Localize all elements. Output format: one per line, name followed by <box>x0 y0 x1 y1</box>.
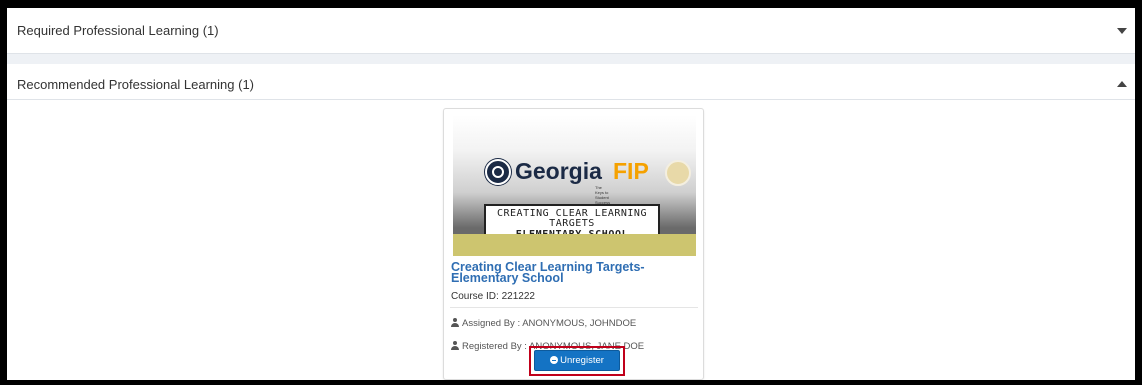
unregister-button[interactable]: Unregister <box>534 350 620 371</box>
assigned-by-text: Assigned By : ANONYMOUS, JOHNDOE <box>462 318 637 329</box>
learning-panels: Required Professional Learning (1) Recom… <box>7 8 1135 380</box>
recommended-learning-title: Recommended Professional Learning (1) <box>17 77 255 92</box>
user-icon <box>451 318 459 327</box>
panel-separator <box>7 54 1135 64</box>
key-icon <box>485 159 511 185</box>
logo-tagline: The Keys to Student Success <box>595 185 611 205</box>
minus-circle-icon <box>550 356 559 364</box>
user-icon <box>451 341 459 350</box>
required-learning-title: Required Professional Learning (1) <box>17 23 219 38</box>
thumbnail-band <box>453 234 696 256</box>
course-id: Course ID: 221222 <box>451 291 535 302</box>
course-id-value: 221222 <box>501 291 535 302</box>
logo-word: Georgia <box>515 158 602 184</box>
state-seal-icon <box>665 160 691 186</box>
divider <box>450 307 698 308</box>
course-thumbnail[interactable]: Georgia FIP The Keys to Student Success … <box>453 115 696 256</box>
recommended-learning-header[interactable]: Recommended Professional Learning (1) <box>7 64 1135 100</box>
course-id-label: Course ID: <box>451 291 499 302</box>
required-learning-header[interactable]: Required Professional Learning (1) <box>7 8 1135 54</box>
logo-accent: FIP <box>613 158 649 184</box>
unregister-label: Unregister <box>560 355 604 366</box>
course-card: Georgia FIP The Keys to Student Success … <box>443 108 704 380</box>
caret-down-icon[interactable] <box>1117 28 1127 34</box>
assigned-by: Assigned By : ANONYMOUS, JOHNDOE <box>451 318 636 329</box>
plate-line-2: TARGETS <box>549 218 595 229</box>
caret-up-icon[interactable] <box>1117 81 1127 87</box>
course-title-link[interactable]: Creating Clear Learning Targets- Element… <box>451 261 703 285</box>
